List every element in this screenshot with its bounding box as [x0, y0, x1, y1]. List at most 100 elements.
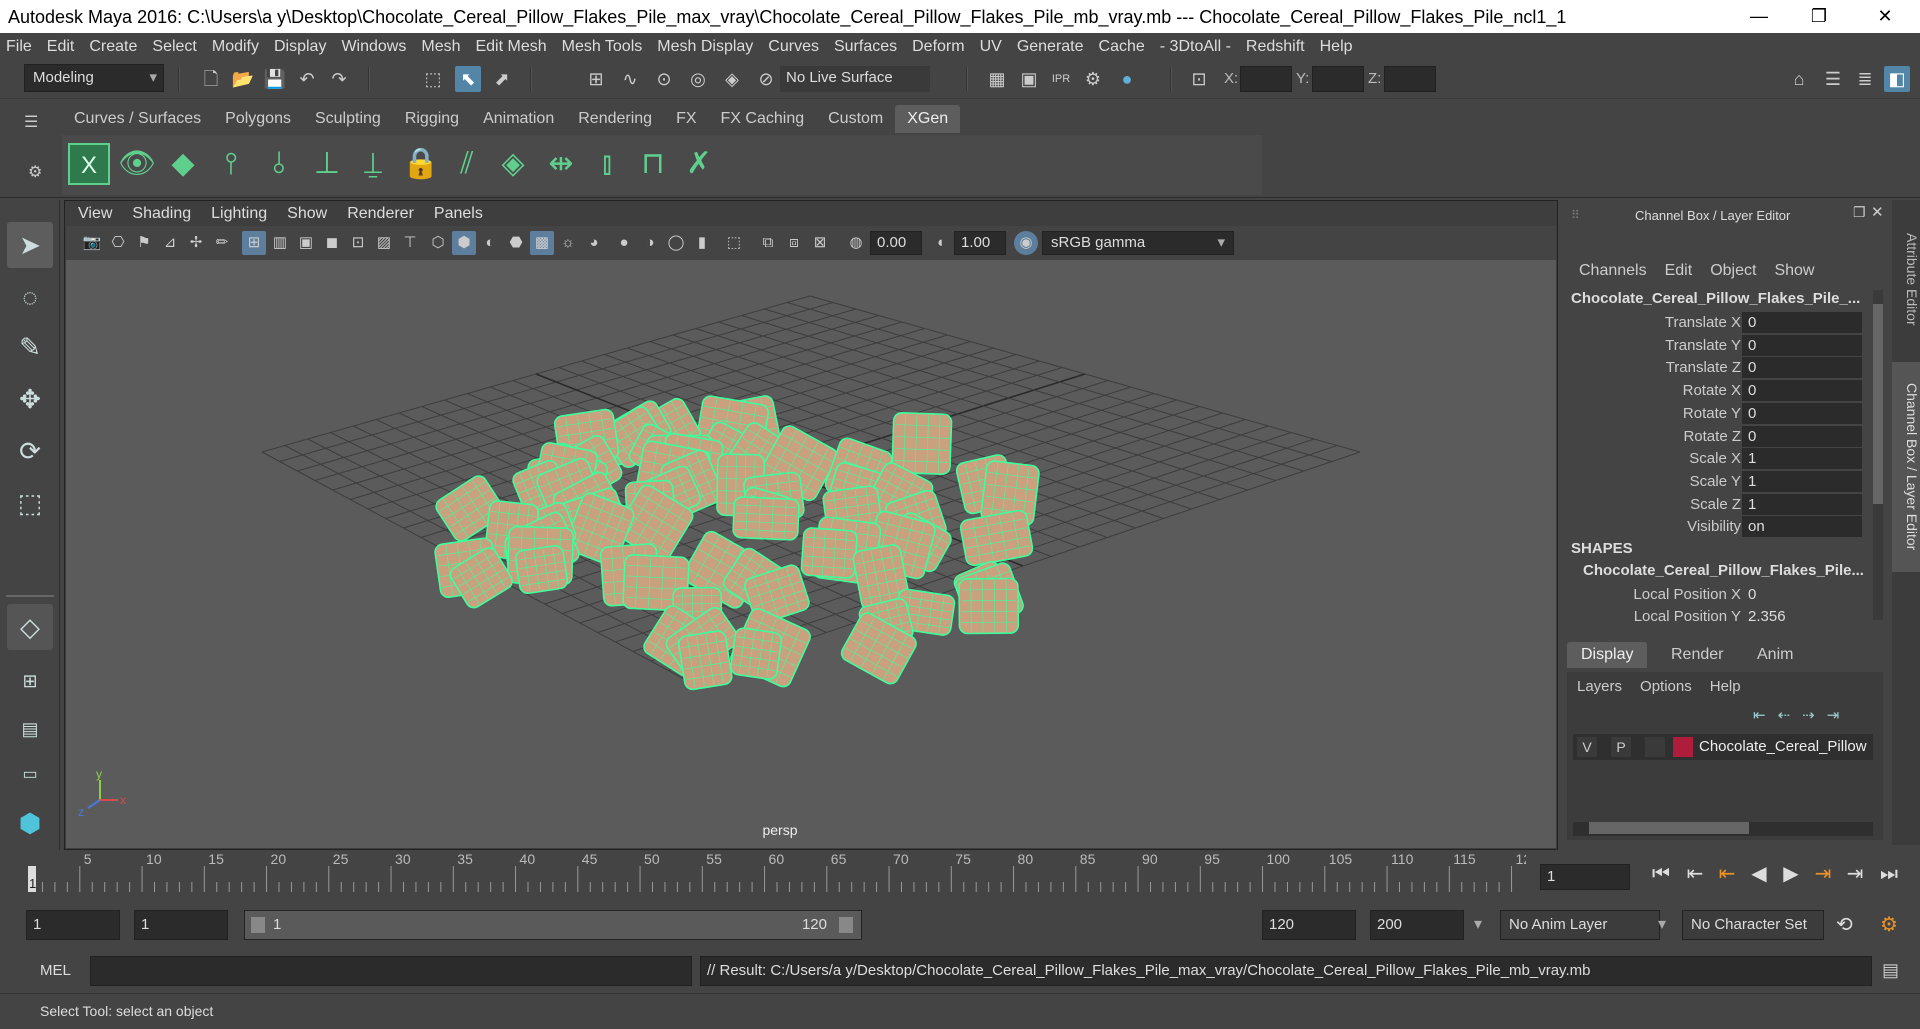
tab-rendering[interactable]: Rendering [566, 105, 664, 133]
use-default-material-icon[interactable]: ◐ [478, 231, 502, 255]
drag-handle-icon[interactable]: ⠿ [1571, 208, 1580, 222]
menu-mesh-display[interactable]: Mesh Display [651, 38, 762, 55]
transform-mode-icon[interactable]: ⊡ [1186, 66, 1212, 92]
grid-toggle-icon[interactable]: ⊞ [242, 231, 266, 255]
script-language-label[interactable]: MEL [40, 962, 71, 979]
tab-render[interactable]: Render [1671, 646, 1723, 664]
viewport-menu-lighting[interactable]: Lighting [199, 205, 275, 222]
cb-edit-menu[interactable]: Edit [1665, 262, 1693, 279]
flip-guide-icon[interactable]: ⇹ [540, 143, 582, 185]
layer-visibility-toggle[interactable]: V [1577, 737, 1597, 757]
menu-redshift[interactable]: Redshift [1240, 38, 1314, 55]
guide-length-icon[interactable]: ⫽ [446, 143, 488, 185]
tab-custom[interactable]: Custom [816, 105, 895, 133]
tab-fx[interactable]: FX [664, 105, 708, 133]
channel-row[interactable]: Rotate Z0 [1563, 426, 1883, 448]
wireframe-icon[interactable]: ⬡ [426, 231, 450, 255]
xgen-editor-icon[interactable]: X [68, 143, 110, 185]
menu-edit[interactable]: Edit [41, 38, 84, 55]
menu-mesh[interactable]: Mesh [415, 38, 469, 55]
3d-viewport[interactable]: y x z persp [66, 260, 1556, 848]
layer-move-icons[interactable]: ⇤⇠⇢⇥ [1753, 706, 1851, 724]
range-start-handle[interactable] [251, 917, 265, 933]
current-frame-field[interactable]: 1 [1540, 864, 1630, 890]
2d-pan-zoom-icon[interactable]: ✢ [184, 231, 208, 255]
move-tool-icon[interactable]: ✥ [7, 376, 53, 422]
shape-name[interactable]: Chocolate_Cereal_Pillow_Flakes_Pile... [1583, 562, 1864, 579]
menu-surfaces[interactable]: Surfaces [828, 38, 906, 55]
channel-value-field[interactable]: 0 [1742, 426, 1862, 447]
viewport-menu-renderer[interactable]: Renderer [335, 205, 422, 222]
select-guide-icon[interactable]: ⍊ [352, 143, 394, 185]
scrollbar-thumb[interactable] [1873, 304, 1883, 504]
tab-anim[interactable]: Anim [1757, 646, 1793, 664]
menu-uv[interactable]: UV [974, 38, 1011, 55]
motion-blur-icon[interactable]: ◑ [638, 231, 662, 255]
shelf-settings-icon[interactable]: ⚙ [28, 162, 42, 182]
z-coord-field[interactable] [1384, 66, 1436, 92]
four-view-layout-icon[interactable]: ⊞ [7, 658, 53, 704]
snap-view-icon[interactable]: ◎ [685, 66, 711, 92]
step-forward-icon[interactable]: ⇥ [1842, 860, 1868, 888]
chevron-down-icon[interactable]: ▾ [1474, 914, 1482, 934]
sculpt-guide-icon[interactable]: ◈ [492, 143, 534, 185]
tool-settings-toggle-icon[interactable]: ≣ [1852, 66, 1878, 92]
character-set-dropdown[interactable]: No Character Set [1682, 910, 1824, 940]
close-panel-icon[interactable]: ✕ [1871, 203, 1884, 221]
single-perspective-layout-icon[interactable]: ◇ [7, 604, 53, 650]
channel-value-field[interactable]: 0 [1742, 335, 1862, 356]
gate-mask-icon[interactable]: ◼ [320, 231, 344, 255]
xray-joints-icon[interactable]: ⧈ [782, 231, 806, 255]
xray-components-icon[interactable]: ⊠ [808, 231, 832, 255]
safe-title-icon[interactable]: ⊤ [398, 231, 422, 255]
channel-value-field[interactable]: 1 [1742, 471, 1862, 492]
snap-surface-icon[interactable]: ◈ [719, 66, 745, 92]
mode-selector[interactable]: Modeling▾ [24, 64, 164, 92]
add-guide-icon[interactable]: ⊥ [306, 143, 348, 185]
anti-aliasing-icon[interactable]: ◯ [664, 231, 688, 255]
channels-menu[interactable]: Channels [1579, 262, 1647, 279]
command-input[interactable] [90, 956, 692, 986]
play-forward-icon[interactable]: ▶ [1778, 860, 1804, 888]
camera-attributes-icon[interactable]: ⎔ [106, 231, 130, 255]
viewport-menu-shading[interactable]: Shading [120, 205, 199, 222]
menu-display[interactable]: Display [268, 38, 335, 55]
render-view-icon[interactable]: ▦ [984, 66, 1010, 92]
snap-grid-icon[interactable]: ⊞ [583, 66, 609, 92]
channel-box-toggle-icon[interactable]: ☰ [1820, 66, 1846, 92]
step-back-key-icon[interactable]: ⇤ [1714, 860, 1740, 888]
hypershade-icon[interactable]: ● [1114, 66, 1140, 92]
chevron-down-icon[interactable]: ▾ [1658, 914, 1666, 934]
xgen-clear-icon[interactable]: ◆ [162, 143, 204, 185]
channel-scrollbar[interactable] [1873, 290, 1883, 620]
select-object-icon[interactable]: ⬉ [455, 66, 481, 92]
scrollbar-thumb[interactable] [1589, 822, 1749, 834]
menu-modify[interactable]: Modify [206, 38, 268, 55]
smooth-shade-icon[interactable]: ⬢ [452, 231, 476, 255]
paint-select-icon[interactable]: ✎ [7, 324, 53, 370]
menu-select[interactable]: Select [146, 38, 205, 55]
layout-options-icon[interactable]: ▭ [7, 752, 53, 798]
exposure-icon[interactable]: ◍ [844, 231, 868, 255]
color-management-icon[interactable]: ◉ [1014, 231, 1038, 255]
tab-sculpting[interactable]: Sculpting [303, 105, 393, 133]
depth-of-field-icon[interactable]: ▮ [690, 231, 714, 255]
add-guides-icon[interactable]: ⫯ [210, 143, 252, 185]
menu-file[interactable]: File [0, 38, 41, 55]
field-chart-icon[interactable]: ⊡ [346, 231, 370, 255]
channel-value-field[interactable]: 0 [1742, 584, 1862, 605]
menu-curves[interactable]: Curves [762, 38, 828, 55]
image-plane-icon[interactable]: ⊿ [158, 231, 182, 255]
range-slider[interactable]: 1 120 [244, 910, 862, 940]
shape-channel-row[interactable]: Local Position Y2.356 [1563, 606, 1883, 628]
channel-row[interactable]: Rotate Y0 [1563, 403, 1883, 425]
shadows-icon[interactable]: ◕ [582, 231, 606, 255]
tab-display[interactable]: Display [1567, 642, 1647, 668]
anim-layer-dropdown[interactable]: No Anim Layer [1500, 910, 1660, 940]
undo-icon[interactable]: ↶ [294, 66, 320, 92]
channel-row[interactable]: Translate Z0 [1563, 357, 1883, 379]
open-scene-icon[interactable]: 📂 [230, 66, 256, 92]
menu-3dtoall[interactable]: - 3DtoAll - [1154, 38, 1240, 55]
channel-value-field[interactable]: on [1742, 516, 1862, 537]
tab-curves-surfaces[interactable]: Curves / Surfaces [62, 105, 213, 133]
